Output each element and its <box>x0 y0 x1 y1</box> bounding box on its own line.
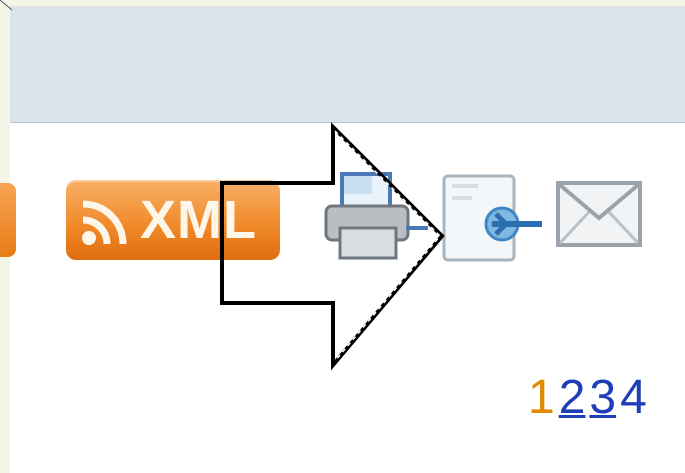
partial-feed-badge[interactable] <box>0 183 16 257</box>
page-current: 1 <box>528 371 555 424</box>
page-link-3[interactable]: 3 <box>589 371 616 424</box>
print-icon[interactable] <box>320 170 432 266</box>
page-link-2[interactable]: 2 <box>559 371 586 424</box>
xml-feed-button[interactable]: XML <box>66 180 280 260</box>
header-bar <box>10 6 685 123</box>
share-icon[interactable] <box>438 172 546 264</box>
page-link-partial[interactable]: 4 <box>620 371 647 424</box>
email-icon[interactable] <box>555 180 643 248</box>
xml-label: XML <box>140 190 257 250</box>
rss-icon <box>82 200 127 245</box>
pagination: 1234 <box>528 368 647 428</box>
